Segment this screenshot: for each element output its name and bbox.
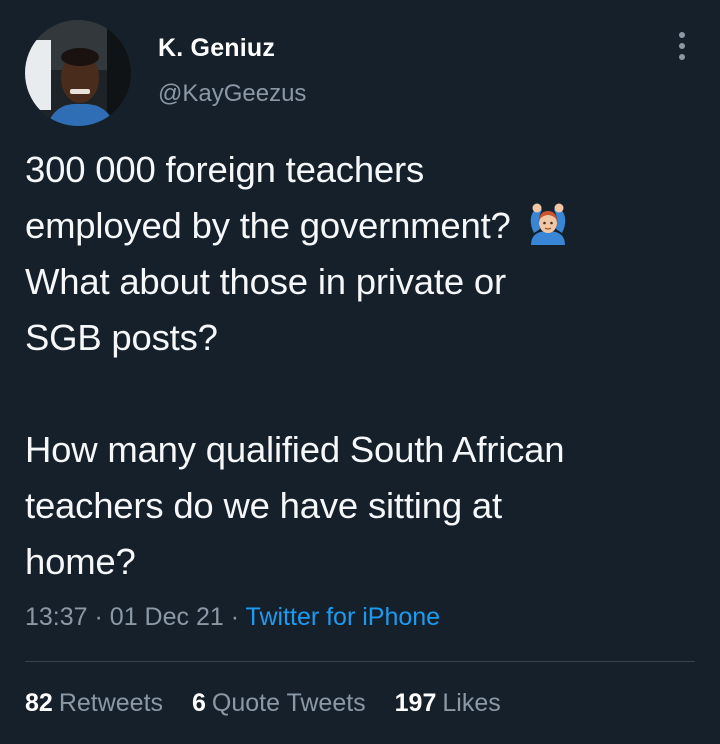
tweet-line: teachers do we have sitting at (25, 485, 502, 526)
man-gesturing-ok-icon (525, 201, 571, 247)
user-handle[interactable]: @KayGeezus (158, 80, 306, 108)
retweets-count: 82 (25, 689, 53, 717)
likes-label: Likes (442, 689, 501, 717)
tweet-metadata: 13:37 · 01 Dec 21 · Twitter for iPhone (25, 603, 440, 632)
quote-tweets-count: 6 (191, 689, 206, 717)
tweet-line-with-emoji: employed by the government? (25, 198, 705, 254)
tweet-line: 300 000 foreign teachers (25, 149, 425, 190)
quote-tweets-label: Quote Tweets (211, 689, 366, 717)
likes-stat[interactable]: 197 Likes (395, 689, 501, 717)
tweet-line: How many qualified South African (25, 429, 565, 470)
tweet-line: What about those in private or (25, 261, 506, 302)
quote-tweets-stat[interactable]: 6 Quote Tweets (192, 689, 366, 717)
avatar[interactable] (25, 20, 131, 126)
tweet-stats: 82 Retweets 6 Quote Tweets 197 Likes (25, 689, 523, 718)
tweet-detail: K. Geniuz @KayGeezus 300 000 foreign tea… (0, 0, 720, 744)
tweet-source-link[interactable]: Twitter for iPhone (246, 603, 441, 631)
meta-separator: · (230, 603, 240, 631)
retweets-stat[interactable]: 82 Retweets (25, 689, 163, 717)
more-options-icon[interactable] (670, 32, 694, 68)
retweets-label: Retweets (58, 689, 164, 717)
divider (25, 661, 695, 662)
tweet-line: home? (25, 541, 136, 582)
tweet-line: SGB posts? (25, 317, 218, 358)
display-name[interactable]: K. Geniuz (158, 34, 275, 63)
tweet-text: 300 000 foreign teachers employed by the… (25, 142, 705, 590)
likes-count: 197 (394, 689, 437, 717)
tweet-time[interactable]: 13:37 (25, 603, 88, 631)
tweet-date[interactable]: 01 Dec 21 (110, 603, 224, 631)
profile-photo-icon (25, 20, 131, 126)
meta-separator: · (94, 603, 103, 631)
tweet-line: employed by the government? (25, 205, 511, 246)
